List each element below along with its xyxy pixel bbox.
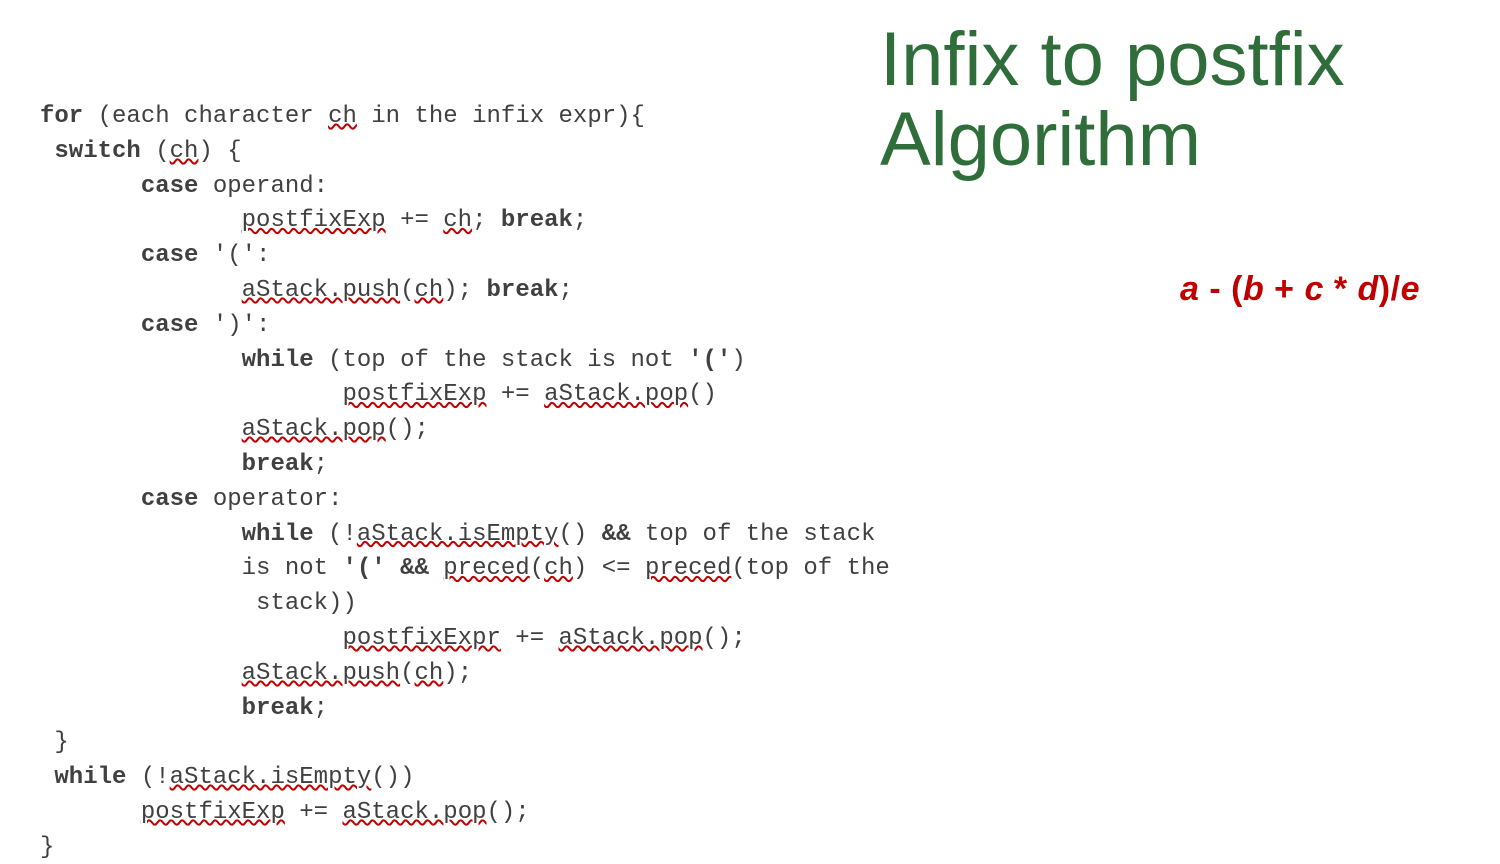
t: postfixExp: [242, 207, 386, 234]
kw-while: while: [242, 347, 314, 374]
expr-plus: +: [1264, 270, 1304, 308]
t: (each character: [83, 103, 328, 130]
t: ;: [573, 207, 587, 234]
t: (!: [314, 521, 357, 548]
t: ch: [443, 207, 472, 234]
t: ')':: [198, 312, 270, 339]
t: ) <=: [573, 555, 645, 582]
t: aStack.pop: [544, 381, 688, 408]
t: '(': [342, 555, 400, 582]
expr-c: c: [1304, 270, 1323, 308]
kw-case: case: [40, 242, 198, 269]
expr-e: e: [1401, 270, 1420, 308]
kw-break: break: [487, 277, 559, 304]
kw-and: &&: [400, 555, 429, 582]
t: );: [443, 660, 472, 687]
t: (): [688, 381, 717, 408]
kw-while: while: [242, 521, 314, 548]
t: ch: [414, 277, 443, 304]
t: ;: [314, 451, 328, 478]
t: (: [400, 277, 414, 304]
t: (top of the stack is not: [314, 347, 688, 374]
expr-b: b: [1243, 270, 1264, 308]
t: in the infix expr){: [357, 103, 645, 130]
t: ch: [414, 660, 443, 687]
t: (!: [126, 764, 169, 791]
expr-times: *: [1324, 270, 1358, 308]
t: ;: [314, 695, 328, 722]
t: +=: [501, 625, 559, 652]
kw-case: case: [40, 486, 198, 513]
t: ch: [544, 555, 573, 582]
t: postfixExp: [141, 799, 285, 826]
t: is not: [40, 555, 342, 582]
t: (top of the: [731, 555, 889, 582]
t: +=: [285, 799, 343, 826]
t: ();: [487, 799, 530, 826]
t: ch: [170, 138, 199, 165]
t: ) {: [198, 138, 241, 165]
t: top of the stack: [631, 521, 876, 548]
t: (): [559, 521, 602, 548]
t: ): [731, 347, 745, 374]
t: ();: [386, 416, 429, 443]
t: }: [40, 834, 54, 861]
t: +=: [386, 207, 444, 234]
t: aStack.isEmpty: [357, 521, 559, 548]
t: operand:: [198, 173, 328, 200]
expr-a: a: [1180, 270, 1199, 308]
t: ;: [559, 277, 573, 304]
kw-case: case: [40, 312, 198, 339]
t: '(':: [198, 242, 270, 269]
t: operator:: [198, 486, 342, 513]
t: stack)): [40, 590, 357, 617]
t: aStack.isEmpty: [170, 764, 372, 791]
t: ();: [703, 625, 746, 652]
kw-for: for: [40, 103, 83, 130]
t: aStack.push: [242, 660, 400, 687]
kw-while: while: [40, 764, 126, 791]
t: aStack.pop: [342, 799, 486, 826]
t: (: [400, 660, 414, 687]
t: postfixExp: [342, 381, 486, 408]
t: [429, 555, 443, 582]
t: ()): [371, 764, 414, 791]
title-line-1: Infix to postfix: [880, 17, 1345, 102]
t: '(': [688, 347, 731, 374]
t: aStack.pop: [242, 416, 386, 443]
t: aStack.pop: [559, 625, 703, 652]
kw-and: &&: [602, 521, 631, 548]
t: postfixExpr: [342, 625, 500, 652]
kw-break: break: [242, 695, 314, 722]
t: (: [530, 555, 544, 582]
kw-case: case: [40, 173, 198, 200]
example-expression: a - (b + c * d)/e: [1180, 270, 1420, 309]
kw-break: break: [242, 451, 314, 478]
t: preced: [645, 555, 731, 582]
t: (: [141, 138, 170, 165]
expr-rparen: ): [1379, 270, 1391, 308]
slide: Infix to postfix Algorithm a - (b + c * …: [0, 0, 1500, 864]
t: +=: [486, 381, 544, 408]
code-block: for (each character ch in the infix expr…: [40, 100, 940, 864]
kw-break: break: [501, 207, 573, 234]
t: ;: [472, 207, 501, 234]
t: );: [443, 277, 486, 304]
slide-title: Infix to postfix Algorithm: [880, 20, 1440, 180]
t: aStack.push: [242, 277, 400, 304]
kw-switch: switch: [40, 138, 141, 165]
expr-d: d: [1358, 270, 1379, 308]
t: ch: [328, 103, 357, 130]
expr-minus: -: [1199, 270, 1231, 308]
expr-lparen: (: [1231, 270, 1243, 308]
t: preced: [443, 555, 529, 582]
expr-div: /: [1391, 270, 1401, 308]
t: }: [40, 729, 69, 756]
